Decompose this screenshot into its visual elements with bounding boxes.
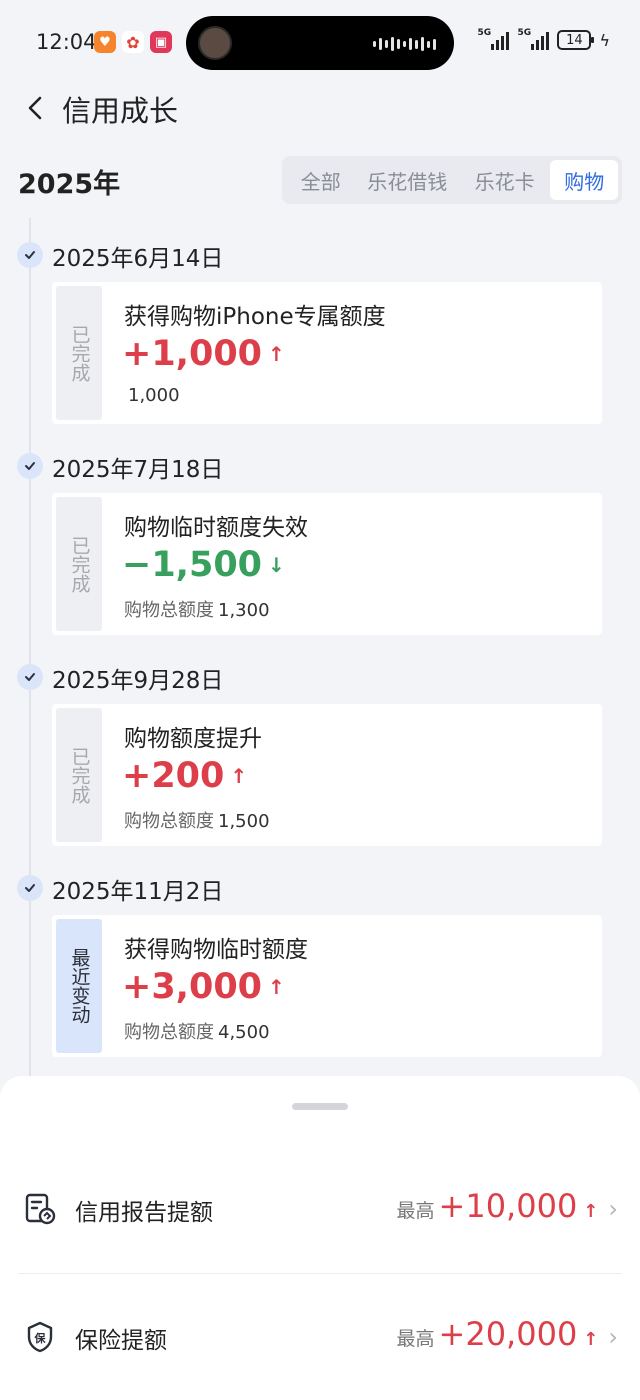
change-amount: −1,500 ↓ (122, 545, 285, 585)
music-cover-avatar (198, 26, 232, 60)
divider (18, 1273, 622, 1274)
check-icon (17, 875, 43, 901)
dynamic-island[interactable] (186, 16, 454, 70)
credit-change-card[interactable]: 已完成 获得购物iPhone专属额度 +1,000 ↑ 1,000 (52, 282, 602, 424)
entry-date: 2025年11月2日 (52, 879, 224, 905)
row-value: +10,000 (438, 1187, 578, 1225)
status-bar: 12:04 ♥ ✿ ▣ 5G 5G 14 ϟ (0, 0, 640, 84)
total-limit-value: 1,000 (128, 385, 180, 406)
colorful-app-icon: ✿ (122, 31, 144, 53)
tab-all[interactable]: 全部 (286, 160, 356, 200)
game-app-icon: ▣ (150, 31, 172, 53)
arrow-up-icon: ↑ (583, 1329, 599, 1350)
credit-change-card[interactable]: 最近变动 获得购物临时额度 +3,000 ↑ 购物总额度 4,500 (52, 915, 602, 1057)
total-limit-label: 购物总额度 (124, 600, 214, 621)
credit-report-icon (25, 1193, 56, 1225)
credit-report-boost-row[interactable]: 信用报告提额 最高 +10,000 ↑ › (0, 1175, 640, 1245)
check-icon (17, 453, 43, 479)
amount-value: +200 (122, 756, 225, 796)
signal-icon-2: 5G (517, 28, 550, 50)
change-title: 获得购物临时额度 (124, 937, 308, 963)
change-title: 获得购物iPhone专属额度 (124, 304, 386, 330)
battery-level: 14 (566, 32, 583, 48)
chevron-right-icon: › (608, 1323, 618, 1351)
row-boost-amount: 最高 +10,000 ↑ › (397, 1187, 619, 1225)
total-limit: 购物总额度 1,500 (124, 807, 270, 833)
chevron-right-icon: › (608, 1195, 618, 1223)
svg-text:保: 保 (34, 1331, 47, 1345)
arrow-down-icon: ↓ (268, 553, 285, 577)
network-type-label-2: 5G (517, 28, 532, 38)
change-amount: +3,000 ↑ (122, 967, 285, 1007)
audio-wave-icon (373, 36, 436, 52)
total-limit-label: 购物总额度 (124, 1022, 214, 1043)
taobao-icon: ♥ (94, 31, 116, 53)
total-limit: 1,000 (124, 385, 180, 406)
status-badge: 已完成 (56, 708, 102, 842)
filter-tabs: 全部 乐花借钱 乐花卡 购物 (282, 156, 622, 204)
recent-change-badge: 最近变动 (56, 919, 102, 1053)
row-label: 信用报告提额 (75, 1200, 213, 1226)
amount-value: +3,000 (122, 967, 263, 1007)
amount-value: −1,500 (122, 545, 263, 585)
credit-change-card[interactable]: 已完成 购物临时额度失效 −1,500 ↓ 购物总额度 1,300 (52, 493, 602, 635)
sheet-drag-handle[interactable] (292, 1103, 348, 1110)
change-title: 购物额度提升 (124, 726, 262, 752)
total-limit: 购物总额度 1,300 (124, 596, 270, 622)
insurance-shield-icon: 保 (27, 1321, 53, 1353)
row-label: 保险提额 (75, 1328, 167, 1354)
status-time: 12:04 (36, 30, 97, 54)
notification-app-icons: ♥ ✿ ▣ (94, 31, 172, 53)
insurance-boost-row[interactable]: 保 保险提额 最高 +20,000 ↑ › (0, 1303, 640, 1373)
back-arrow-icon[interactable] (22, 90, 50, 126)
row-value: +20,000 (438, 1315, 578, 1353)
status-badge: 已完成 (56, 497, 102, 631)
charging-bolt-icon: ϟ (599, 30, 610, 50)
arrow-up-icon: ↑ (268, 975, 285, 999)
arrow-up-icon: ↑ (268, 342, 285, 366)
total-limit-value: 4,500 (218, 1022, 270, 1043)
total-limit-value: 1,300 (218, 600, 270, 621)
row-boost-amount: 最高 +20,000 ↑ › (397, 1315, 619, 1353)
check-icon (17, 242, 43, 268)
status-badge: 已完成 (56, 286, 102, 420)
change-amount: +200 ↑ (122, 756, 247, 796)
arrow-up-icon: ↑ (230, 764, 248, 788)
signal-icon: 5G (477, 28, 510, 50)
timeline-line (29, 218, 31, 1076)
total-limit: 购物总额度 4,500 (124, 1018, 270, 1044)
tab-lehua-card[interactable]: 乐花卡 (459, 160, 550, 200)
page-title: 信用成长 (62, 94, 179, 128)
tab-lehua-loan[interactable]: 乐花借钱 (356, 160, 459, 200)
change-amount: +1,000 ↑ (122, 334, 285, 374)
check-icon (17, 664, 43, 690)
entry-date: 2025年7月18日 (52, 457, 224, 483)
total-limit-label: 购物总额度 (124, 811, 214, 832)
entry-date: 2025年6月14日 (52, 246, 224, 272)
change-title: 购物临时额度失效 (124, 515, 308, 541)
amount-value: +1,000 (122, 334, 263, 374)
year-label: 2025年 (18, 169, 121, 200)
battery-icon: 14 (557, 30, 595, 50)
tab-shopping[interactable]: 购物 (550, 160, 618, 200)
entry-date: 2025年9月28日 (52, 668, 224, 694)
credit-change-card[interactable]: 已完成 购物额度提升 +200 ↑ 购物总额度 1,500 (52, 704, 602, 846)
row-prefix: 最高 (396, 1328, 435, 1350)
network-type-label: 5G (477, 28, 492, 38)
system-icons: 5G 5G 14 ϟ (477, 28, 610, 50)
page-header: 信用成长 (0, 84, 640, 132)
total-limit-value: 1,500 (218, 811, 270, 832)
arrow-up-icon: ↑ (583, 1201, 599, 1222)
row-prefix: 最高 (396, 1200, 435, 1222)
bottom-sheet: 信用报告提额 最高 +10,000 ↑ › 保 保险提额 最高 +20,000 … (0, 1076, 640, 1400)
